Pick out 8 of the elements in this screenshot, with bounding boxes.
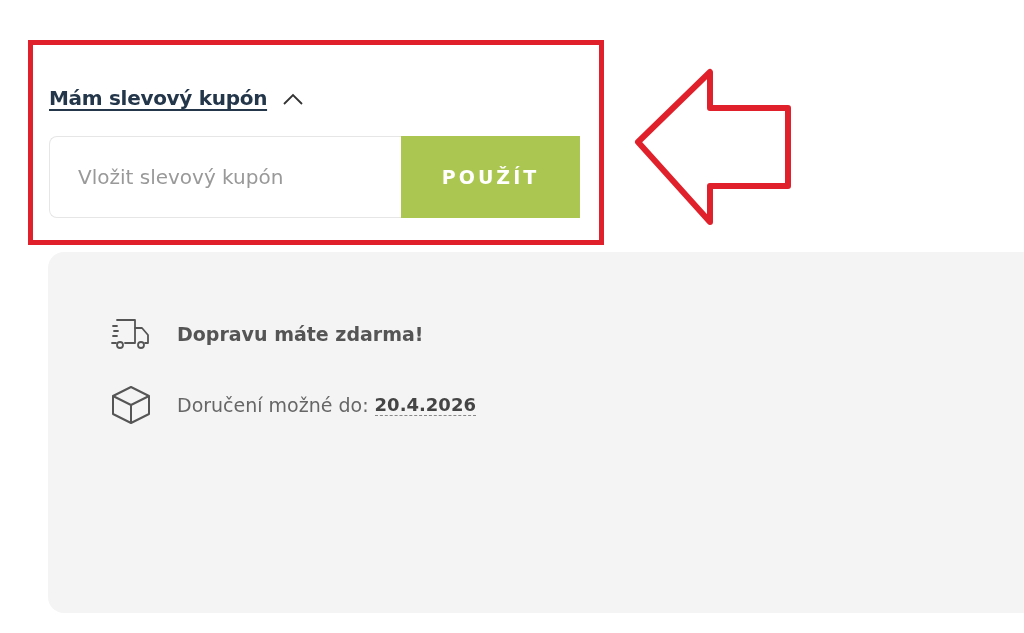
truck-icon <box>111 318 151 350</box>
coupon-toggle-link[interactable]: Mám slevový kupón <box>49 86 268 110</box>
delivery-date: 20.4.2026 <box>374 394 476 416</box>
coupon-input-field[interactable]: Vložit slevový kupón <box>49 136 401 218</box>
box-icon <box>111 385 151 425</box>
caret-up-icon[interactable] <box>283 93 304 105</box>
delivery-label: Doručení možné do: <box>177 394 369 416</box>
free-shipping-text: Dopravu máte zdarma! <box>177 323 424 345</box>
